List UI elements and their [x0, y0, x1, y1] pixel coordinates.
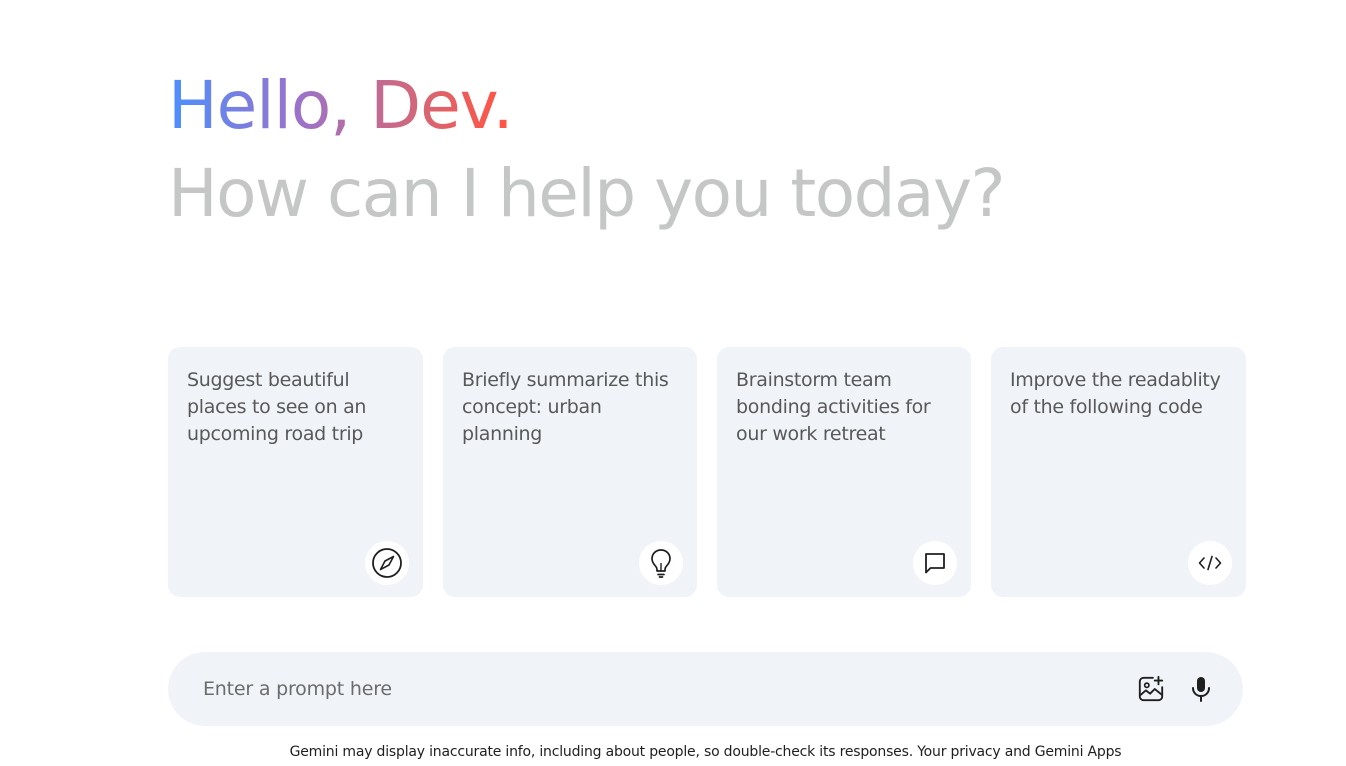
suggestion-card-code[interactable]: Improve the readablity of the following … [991, 347, 1246, 597]
message-icon [913, 541, 957, 585]
card-text: Suggest beautiful places to see on an up… [187, 369, 367, 445]
prompt-actions [1137, 675, 1215, 703]
suggestion-cards: Suggest beautiful places to see on an up… [168, 347, 1246, 597]
prompt-bar [168, 652, 1243, 726]
card-text: Briefly summarize this concept: urban pl… [462, 369, 669, 445]
suggestion-card-summarize[interactable]: Briefly summarize this concept: urban pl… [443, 347, 697, 597]
prompt-input[interactable] [203, 678, 1137, 700]
greeting-title: Hello, Dev. [168, 62, 514, 150]
suggestion-card-road-trip[interactable]: Suggest beautiful places to see on an up… [168, 347, 423, 597]
greeting-subtitle: How can I help you today? [168, 155, 1006, 232]
disclaimer-text: Gemini may display inaccurate info, incl… [289, 744, 1122, 760]
image-upload-icon[interactable] [1137, 675, 1165, 703]
mic-icon[interactable] [1187, 675, 1215, 703]
suggestion-card-brainstorm[interactable]: Brainstorm team bonding activities for o… [717, 347, 971, 597]
bulb-icon [639, 541, 683, 585]
card-text: Improve the readablity of the following … [1010, 369, 1221, 418]
compass-icon [365, 541, 409, 585]
code-icon [1188, 541, 1232, 585]
card-text: Brainstorm team bonding activities for o… [736, 369, 931, 445]
main-page: Hello, Dev. How can I help you today? Su… [0, 0, 1346, 766]
